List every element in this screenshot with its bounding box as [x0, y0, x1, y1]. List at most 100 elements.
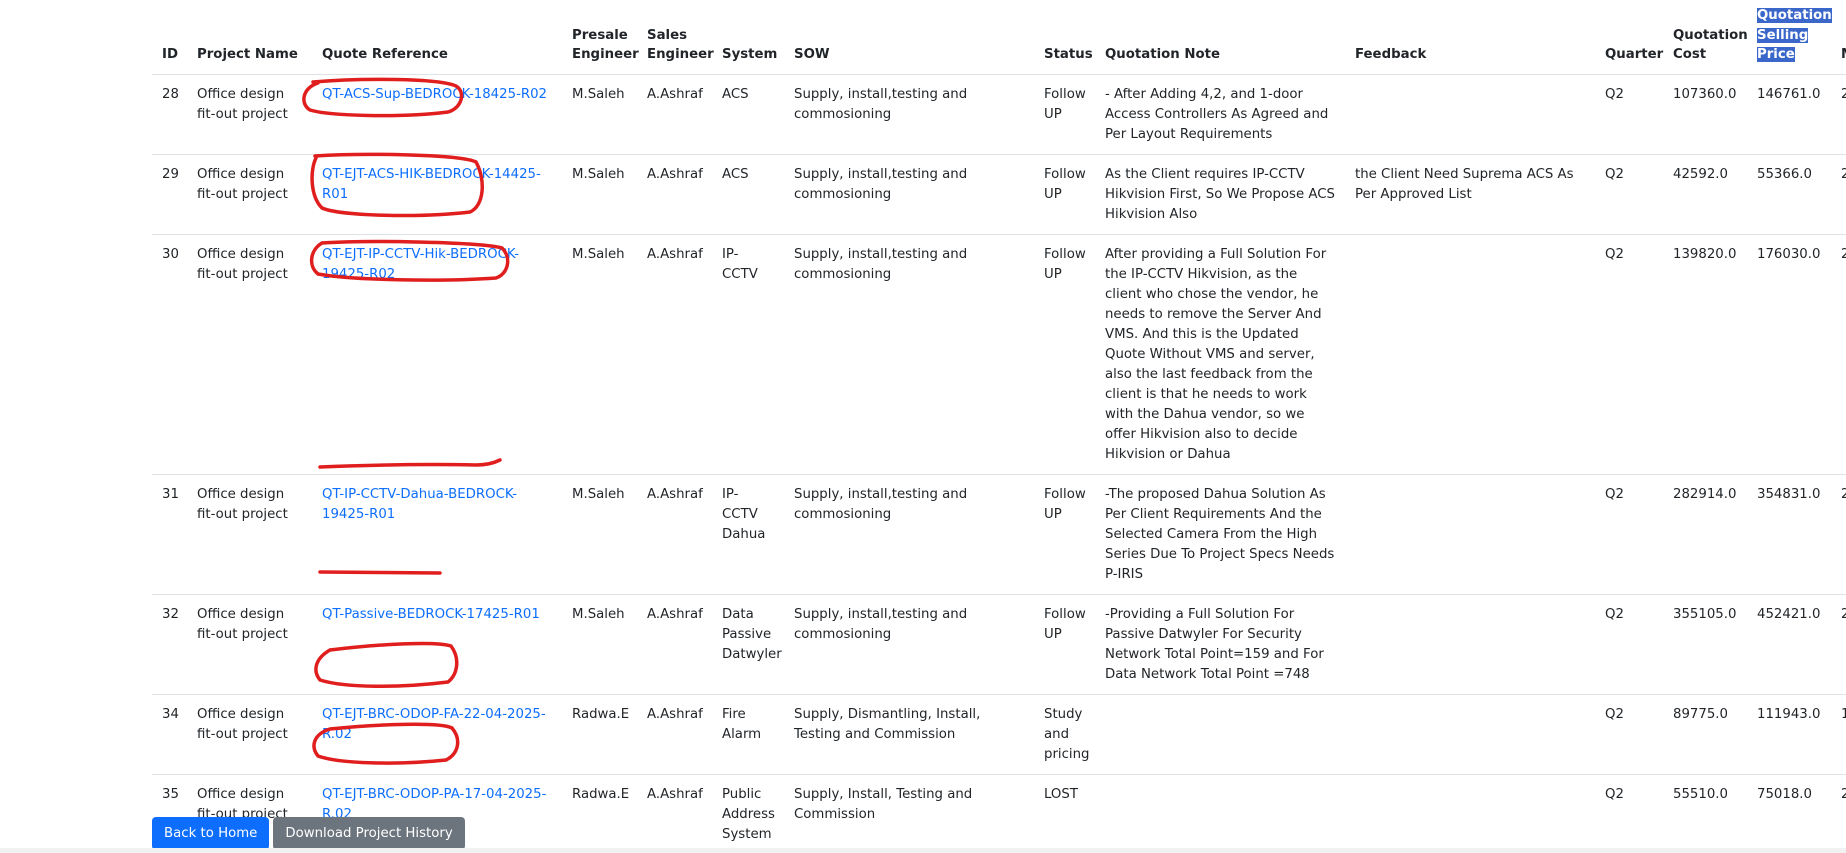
cell-id: 32 — [152, 594, 187, 695]
cell-m: 2 — [1831, 774, 1846, 853]
cell-quotation-note: -Providing a Full Solution For Passive D… — [1095, 594, 1345, 695]
cell-id: 34 — [152, 694, 187, 775]
cell-system: Data Passive Datwyler — [712, 594, 784, 695]
cell-status: Follow UP — [1034, 154, 1095, 235]
cell-system: Fire Alarm — [712, 694, 784, 775]
cell-quotation-selling-price: 354831.0 — [1747, 474, 1831, 595]
cell-status: Follow UP — [1034, 474, 1095, 595]
cell-sow: Supply, install,testing and commosioning — [784, 74, 1034, 155]
cell-feedback — [1345, 234, 1595, 475]
cell-sales-engineer: A.Ashraf — [637, 154, 712, 235]
cell-quotation-selling-price: 452421.0 — [1747, 594, 1831, 695]
header-sales-engineer: Sales Engineer — [637, 0, 714, 75]
table-row: 34 Office design fit-out project QT-EJT-BR… — [152, 694, 1846, 775]
table-row: 28 Office design fit-out project QT-ACS-Su… — [152, 74, 1846, 155]
cell-feedback — [1345, 774, 1595, 853]
cell-feedback — [1345, 594, 1595, 695]
quote-reference-link[interactable]: QT-ACS-Sup-BEDROCK-18425-R02 — [322, 87, 547, 102]
cell-sow: Supply, install,testing and commosioning — [784, 474, 1034, 595]
cell-status: Follow UP — [1034, 594, 1095, 695]
cell-quote-reference: QT-Passive-BEDROCK-17425-R01 — [312, 594, 562, 695]
project-history-table-container: ID Project Name Quote Reference Presale … — [152, 0, 1846, 853]
cell-quotation-selling-price: 176030.0 — [1747, 234, 1831, 475]
header-feedback: Feedback — [1345, 0, 1595, 75]
cell-quarter: Q2 — [1595, 74, 1663, 155]
header-status: Status — [1034, 0, 1095, 75]
cell-quotation-cost: 139820.0 — [1663, 234, 1747, 475]
cell-sow: Supply, Dismantling, Install, Testing an… — [784, 694, 1034, 775]
header-quotation-selling-price: Quotation Selling Price — [1747, 0, 1832, 75]
quote-reference-link[interactable]: QT-EJT-ACS-HIK-BEDROCK-14425-R01 — [322, 167, 541, 202]
cell-quarter: Q2 — [1595, 154, 1663, 235]
selected-header-text: Quotation Selling Price — [1757, 8, 1832, 62]
cell-presale-engineer: M.Saleh — [562, 594, 637, 695]
cell-quotation-note — [1095, 694, 1345, 775]
cell-feedback — [1345, 474, 1595, 595]
cell-project-name: Office design fit-out project — [187, 474, 312, 595]
cell-quote-reference: QT-EJT-ACS-HIK-BEDROCK-14425-R01 — [312, 154, 562, 235]
cell-status: LOST — [1034, 774, 1095, 853]
project-history-table: ID Project Name Quote Reference Presale … — [152, 0, 1846, 853]
cell-sales-engineer: A.Ashraf — [637, 474, 712, 595]
table-row: 31 Office design fit-out project QT-IP-CCT… — [152, 474, 1846, 595]
cell-m: 2 — [1831, 474, 1846, 595]
header-presale-engineer: Presale Engineer — [562, 0, 639, 75]
action-buttons: Back to Home Download Project History — [152, 817, 465, 850]
cell-quotation-selling-price: 146761.0 — [1747, 74, 1831, 155]
back-to-home-button[interactable]: Back to Home — [152, 817, 270, 850]
cell-sales-engineer: A.Ashraf — [637, 774, 712, 853]
table-header-row: ID Project Name Quote Reference Presale … — [152, 0, 1846, 75]
page-bottom-edge — [0, 848, 1846, 853]
quote-reference-link[interactable]: QT-EJT-BRC-ODOP-FA-22-04-2025-R.02 — [322, 707, 546, 742]
cell-quotation-selling-price: 55366.0 — [1747, 154, 1831, 235]
header-sow: SOW — [784, 0, 1034, 75]
header-project-name: Project Name — [187, 0, 312, 75]
cell-quotation-cost: 107360.0 — [1663, 74, 1747, 155]
cell-m: 2 — [1831, 74, 1846, 155]
cell-sow: Supply, install,testing and commosioning — [784, 234, 1034, 475]
cell-quarter: Q2 — [1595, 474, 1663, 595]
cell-quotation-cost: 42592.0 — [1663, 154, 1747, 235]
cell-feedback — [1345, 694, 1595, 775]
cell-system: ACS — [712, 154, 784, 235]
cell-feedback — [1345, 74, 1595, 155]
header-quotation-note: Quotation Note — [1095, 0, 1345, 75]
header-quarter: Quarter — [1595, 0, 1663, 75]
cell-m: 1 — [1831, 694, 1846, 775]
quote-reference-link[interactable]: QT-Passive-BEDROCK-17425-R01 — [322, 607, 540, 622]
cell-system: IP-CCTV — [712, 234, 784, 475]
cell-quarter: Q2 — [1595, 774, 1663, 853]
cell-project-name: Office design fit-out project — [187, 594, 312, 695]
cell-quote-reference: QT-EJT-BRC-ODOP-FA-22-04-2025-R.02 — [312, 694, 562, 775]
cell-quotation-cost: 89775.0 — [1663, 694, 1747, 775]
quote-reference-link[interactable]: QT-EJT-IP-CCTV-Hik-BEDROCK-19425-R02 — [322, 247, 519, 282]
cell-presale-engineer: M.Saleh — [562, 154, 637, 235]
cell-system: IP-CCTV Dahua — [712, 474, 784, 595]
cell-project-name: Office design fit-out project — [187, 694, 312, 775]
cell-id: 31 — [152, 474, 187, 595]
cell-sow: Supply, Install, Testing and Commission — [784, 774, 1034, 853]
quote-reference-link[interactable]: QT-IP-CCTV-Dahua-BEDROCK-19425-R01 — [322, 487, 517, 522]
table-row: 30 Office design fit-out project QT-EJT-IP… — [152, 234, 1846, 475]
cell-presale-engineer: Radwa.E — [562, 774, 637, 853]
cell-sow: Supply, install,testing and commosioning — [784, 594, 1034, 695]
download-project-history-button[interactable]: Download Project History — [273, 817, 465, 850]
cell-quote-reference: QT-EJT-IP-CCTV-Hik-BEDROCK-19425-R02 — [312, 234, 562, 475]
cell-quotation-selling-price: 75018.0 — [1747, 774, 1831, 853]
cell-quarter: Q2 — [1595, 234, 1663, 475]
cell-m: 2 — [1831, 234, 1846, 475]
cell-quotation-note: - After Adding 4,2, and 1-door Access Co… — [1095, 74, 1345, 155]
cell-system: ACS — [712, 74, 784, 155]
cell-sales-engineer: A.Ashraf — [637, 594, 712, 695]
cell-quotation-cost: 55510.0 — [1663, 774, 1747, 853]
cell-quotation-note — [1095, 774, 1345, 853]
cell-quotation-cost: 355105.0 — [1663, 594, 1747, 695]
cell-id: 30 — [152, 234, 187, 475]
header-id: ID — [152, 0, 187, 75]
cell-sales-engineer: A.Ashraf — [637, 234, 712, 475]
cell-quotation-note: -The proposed Dahua Solution As Per Clie… — [1095, 474, 1345, 595]
cell-quote-reference: QT-IP-CCTV-Dahua-BEDROCK-19425-R01 — [312, 474, 562, 595]
cell-quotation-note: After providing a Full Solution For the … — [1095, 234, 1345, 475]
cell-system: Public Address System — [712, 774, 784, 853]
cell-quarter: Q2 — [1595, 594, 1663, 695]
